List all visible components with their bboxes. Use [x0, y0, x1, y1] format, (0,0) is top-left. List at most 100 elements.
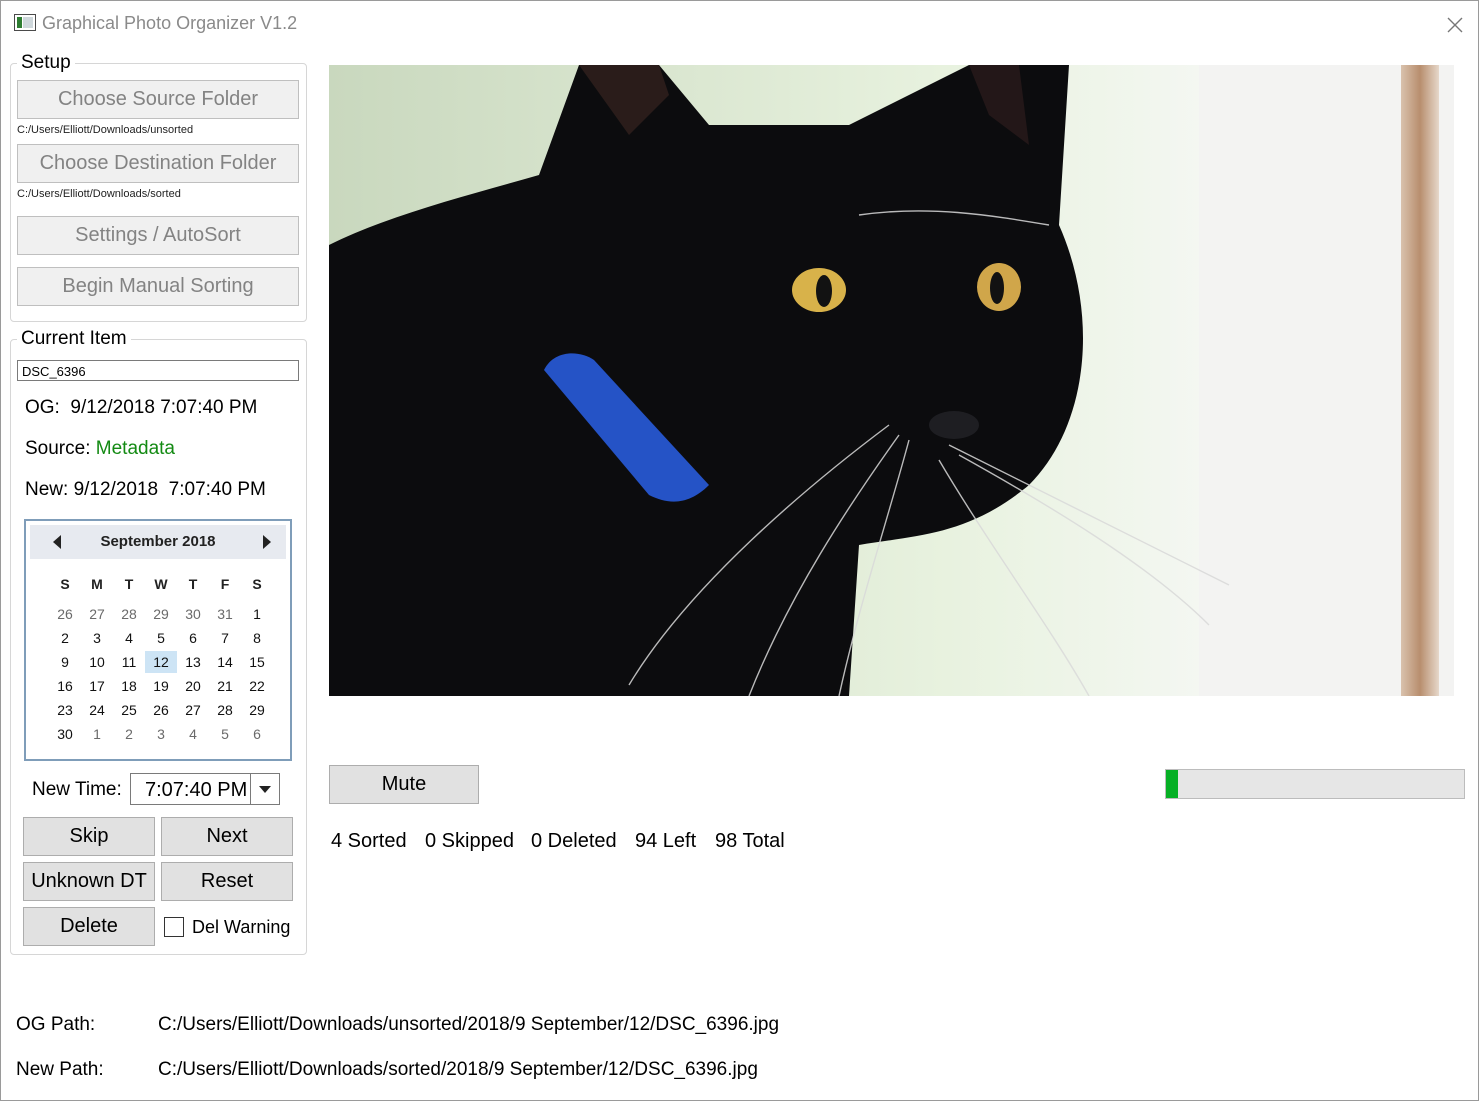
calendar-day[interactable]: 2 [49, 627, 81, 649]
calendar-day[interactable]: 31 [209, 603, 241, 625]
calendar-day[interactable]: 4 [113, 627, 145, 649]
og-value: 9/12/2018 7:07:40 PM [70, 397, 258, 418]
calendar-day[interactable]: 17 [81, 675, 113, 697]
calendar-weekday: W [154, 576, 168, 592]
calendar-day[interactable]: 8 [241, 627, 273, 649]
calendar-day[interactable]: 29 [145, 603, 177, 625]
calendar-day[interactable]: 6 [241, 723, 273, 745]
setup-title: Setup [17, 52, 75, 74]
unknown-dt-button[interactable]: Unknown DT [23, 862, 155, 901]
calendar-day[interactable]: 30 [177, 603, 209, 625]
calendar-day[interactable]: 7 [209, 627, 241, 649]
calendar-day[interactable]: 4 [177, 723, 209, 745]
calendar-day[interactable]: 16 [49, 675, 81, 697]
filename-field[interactable]: DSC_6396 [17, 360, 299, 381]
close-icon[interactable] [1441, 11, 1469, 39]
left-count: 94 Left [635, 830, 697, 852]
calendar-week-row: 2345678 [49, 627, 273, 651]
calendar-day[interactable]: 11 [113, 651, 145, 673]
window-title: Graphical Photo Organizer V1.2 [42, 13, 298, 33]
og-label: OG: [25, 397, 60, 418]
date-calendar: September 2018 S M T W T F S 26 27 28 29 30 31 1 2 3 4 5 6… [24, 519, 292, 761]
source-line: Source: Metadata [25, 438, 175, 460]
sorted-count: 4 Sorted [331, 830, 407, 852]
title-bar: Graphical Photo Organizer V1.2 [1, 1, 1478, 49]
calendar-header: September 2018 [30, 525, 286, 559]
calendar-weekday: T [188, 576, 198, 592]
reset-button[interactable]: Reset [161, 862, 293, 901]
calendar-day[interactable]: 1 [81, 723, 113, 745]
calendar-day[interactable]: 3 [145, 723, 177, 745]
calendar-day-selected[interactable]: 12 [145, 651, 177, 673]
calendar-day[interactable]: 28 [209, 699, 241, 721]
calendar-week-row: 9 10 11 12 13 14 15 [49, 651, 273, 675]
settings-autosort-button[interactable]: Settings / AutoSort [17, 216, 299, 255]
calendar-day[interactable]: 3 [81, 627, 113, 649]
next-month-icon[interactable] [258, 534, 274, 550]
calendar-day[interactable]: 21 [209, 675, 241, 697]
new-label: New: [25, 479, 69, 500]
calendar-weekday-row: SMTWTFS [49, 573, 273, 597]
photo-preview [329, 65, 1454, 696]
calendar-day[interactable]: 6 [177, 627, 209, 649]
calendar-day[interactable]: 15 [241, 651, 273, 673]
calendar-day[interactable]: 10 [81, 651, 113, 673]
calendar-day[interactable]: 27 [177, 699, 209, 721]
calendar-day[interactable]: 30 [49, 723, 81, 745]
del-warning-label[interactable]: Del Warning [192, 917, 290, 938]
calendar-day[interactable]: 9 [49, 651, 81, 673]
new-time-input[interactable]: 7:07:40 PM [130, 773, 280, 805]
calendar-week-row: 30 1 2 3 4 5 6 [49, 723, 273, 747]
calendar-day[interactable]: 22 [241, 675, 273, 697]
calendar-day[interactable]: 18 [113, 675, 145, 697]
calendar-weekday: T [124, 576, 134, 592]
calendar-weekday: F [220, 576, 230, 592]
calendar-day[interactable]: 20 [177, 675, 209, 697]
app-window: Graphical Photo Organizer V1.2 Setup Cho… [0, 0, 1479, 1101]
source-label: Source: [25, 438, 91, 459]
current-item-title: Current Item [17, 328, 131, 350]
calendar-week-row: 23 24 25 26 27 28 29 [49, 699, 273, 723]
new-time-label: New Time: [32, 779, 122, 800]
calendar-day[interactable]: 29 [241, 699, 273, 721]
mute-button[interactable]: Mute [329, 765, 479, 804]
og-path-label: OG Path: [16, 1014, 96, 1035]
chevron-down-icon[interactable] [250, 774, 279, 804]
calendar-weekday: M [91, 576, 103, 592]
next-button[interactable]: Next [161, 817, 293, 856]
new-datetime: New: 9/12/2018 7:07:40 PM [25, 479, 266, 501]
calendar-day[interactable]: 13 [177, 651, 209, 673]
calendar-week-row: 26 27 28 29 30 31 1 [49, 603, 273, 627]
deleted-count: 0 Deleted [531, 830, 617, 852]
total-count: 98 Total [715, 830, 785, 852]
del-warning-checkbox[interactable] [164, 917, 184, 937]
calendar-day[interactable]: 5 [209, 723, 241, 745]
source-value: Metadata [95, 438, 175, 459]
delete-button[interactable]: Delete [23, 907, 155, 946]
new-time-value: 7:07:40 PM [145, 779, 248, 801]
begin-manual-sorting-button[interactable]: Begin Manual Sorting [17, 267, 299, 306]
choose-destination-folder-button[interactable]: Choose Destination Folder [17, 144, 299, 183]
destination-path: C:/Users/Elliott/Downloads/sorted [17, 188, 181, 200]
calendar-day[interactable]: 5 [145, 627, 177, 649]
calendar-day[interactable]: 24 [81, 699, 113, 721]
og-path-value: C:/Users/Elliott/Downloads/unsorted/2018… [158, 1014, 780, 1035]
calendar-day[interactable]: 26 [145, 699, 177, 721]
calendar-day[interactable]: 26 [49, 603, 81, 625]
calendar-day[interactable]: 27 [81, 603, 113, 625]
calendar-day[interactable]: 2 [113, 723, 145, 745]
calendar-day[interactable]: 1 [241, 603, 273, 625]
skipped-count: 0 Skipped [425, 830, 514, 852]
calendar-day[interactable]: 19 [145, 675, 177, 697]
choose-source-folder-button[interactable]: Choose Source Folder [17, 80, 299, 119]
calendar-day[interactable]: 23 [49, 699, 81, 721]
skip-button[interactable]: Skip [23, 817, 155, 856]
calendar-day[interactable]: 28 [113, 603, 145, 625]
calendar-month[interactable]: September 2018 [30, 533, 286, 550]
new-value: 9/12/2018 7:07:40 PM [73, 479, 266, 500]
calendar-day[interactable]: 25 [113, 699, 145, 721]
calendar-weekday: S [60, 576, 70, 592]
calendar-weekday: S [252, 576, 262, 592]
calendar-day[interactable]: 14 [209, 651, 241, 673]
og-datetime: OG: 9/12/2018 7:07:40 PM [25, 397, 257, 419]
